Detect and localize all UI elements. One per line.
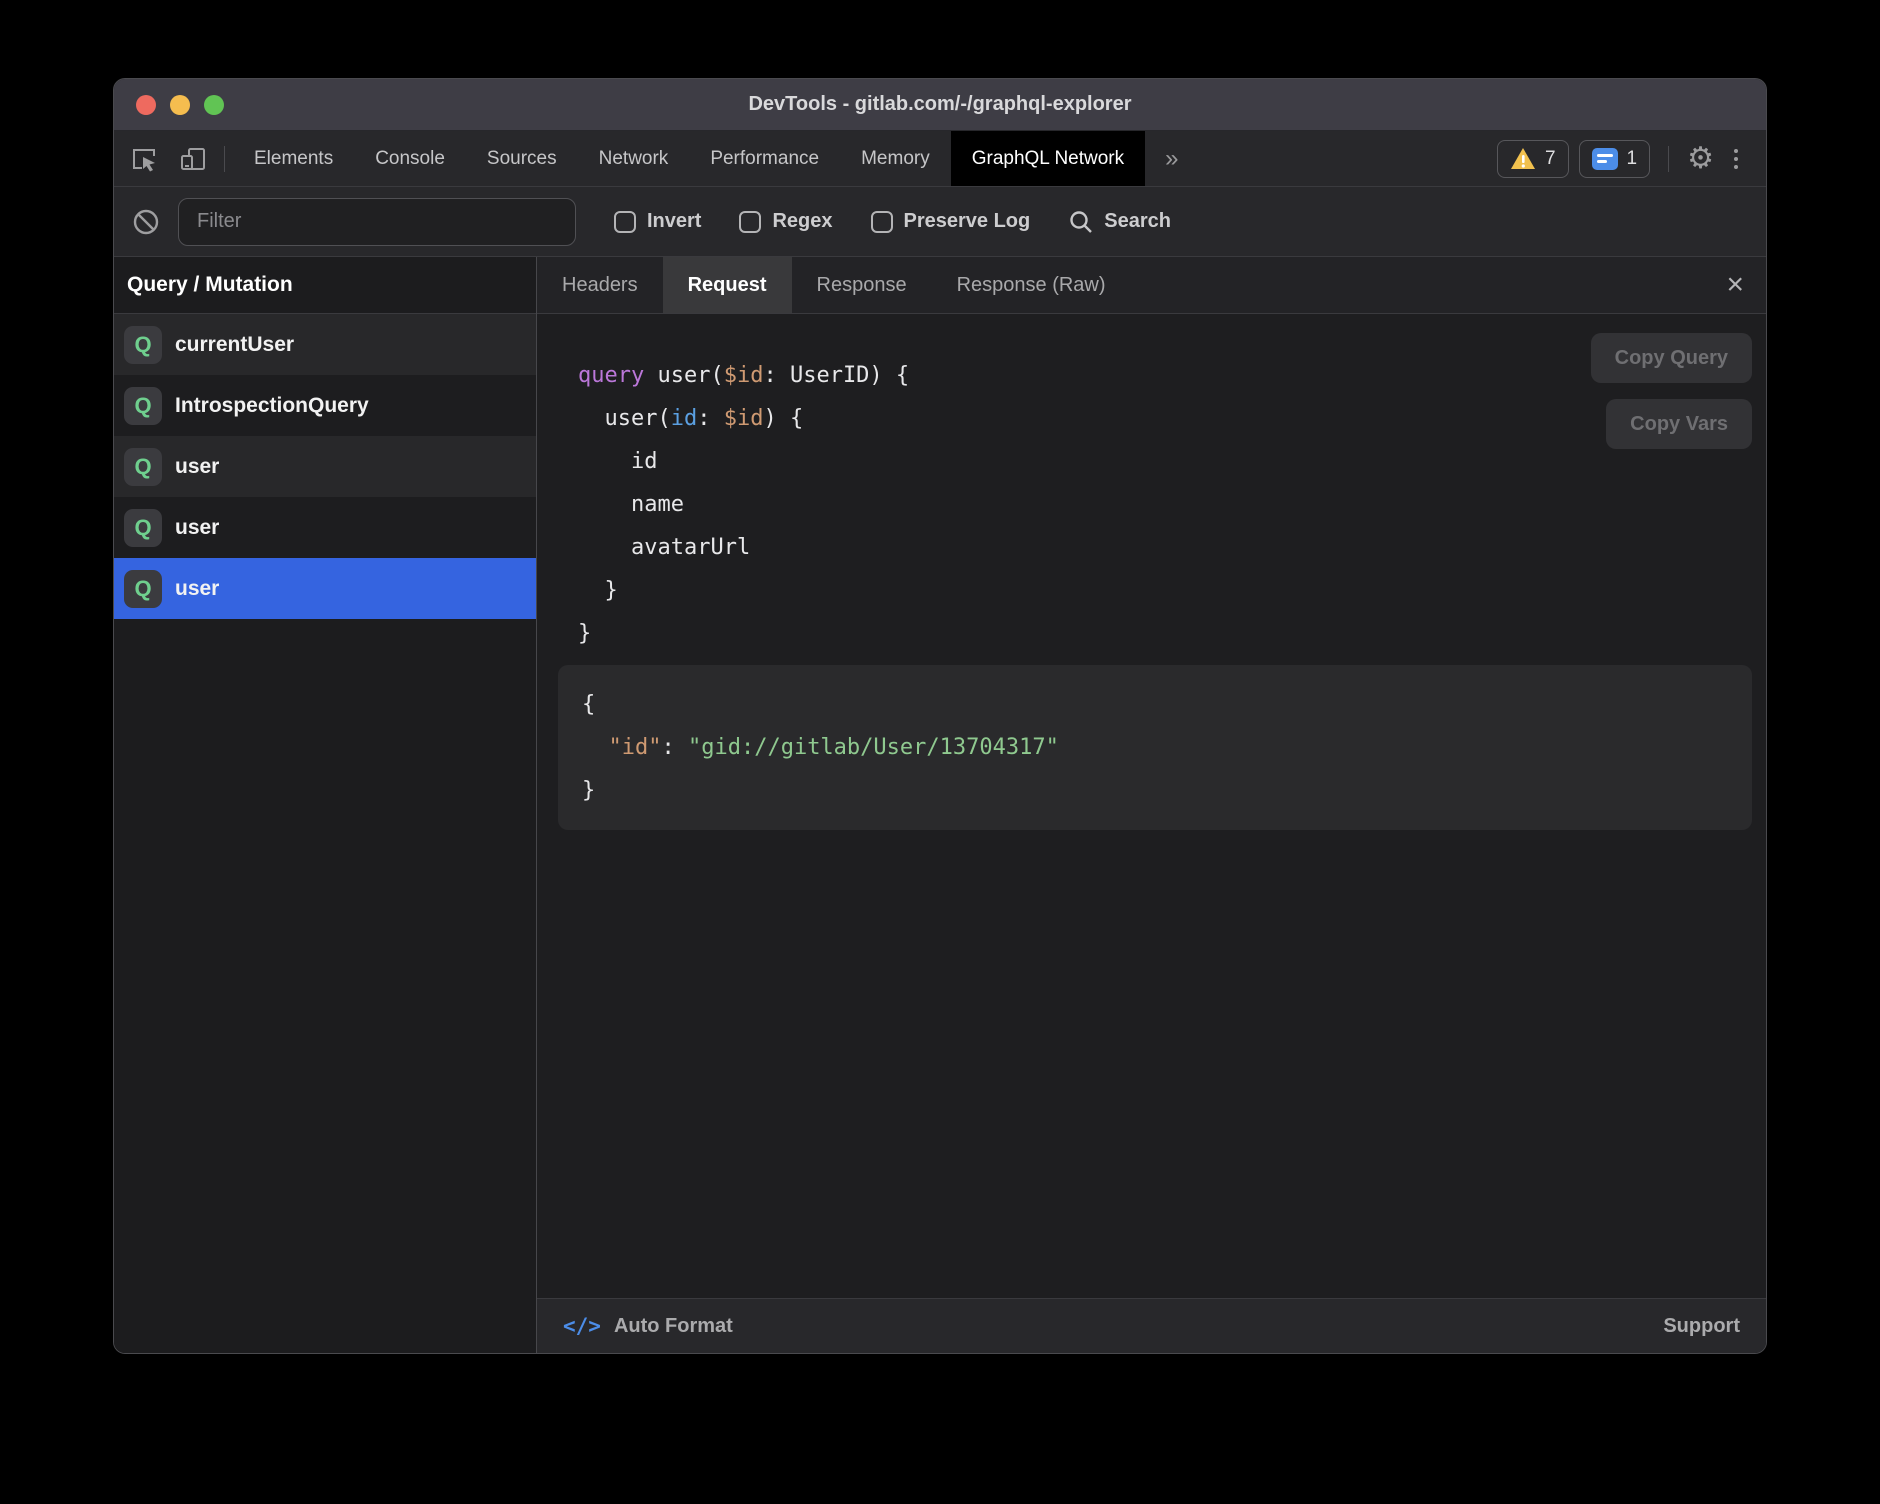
query-list-panel: Query / Mutation Q currentUser Q Introsp… (114, 257, 537, 1353)
filter-input[interactable] (178, 198, 576, 246)
regex-checkbox[interactable] (739, 211, 761, 233)
window-title: DevTools - gitlab.com/-/graphql-explorer (748, 93, 1131, 116)
copy-query-button[interactable]: Copy Query (1591, 333, 1752, 383)
kebab-menu-icon[interactable] (1724, 143, 1748, 175)
query-type-badge: Q (124, 387, 162, 425)
warning-icon (1510, 147, 1536, 171)
list-item-user-2[interactable]: Q user (114, 497, 536, 558)
list-item-label: user (175, 577, 219, 601)
query-type-badge: Q (124, 570, 162, 608)
tab-console[interactable]: Console (354, 131, 466, 186)
list-item-user-1[interactable]: Q user (114, 436, 536, 497)
list-item-label: user (175, 455, 219, 479)
tab-sources[interactable]: Sources (466, 131, 578, 186)
filter-bar: Invert Regex Preserve Log Search (114, 187, 1766, 257)
list-item-user-3-selected[interactable]: Q user (114, 558, 536, 619)
tab-graphql-network[interactable]: GraphQL Network (951, 131, 1145, 186)
regex-checkbox-group[interactable]: Regex (739, 210, 832, 233)
search-control[interactable]: Search (1068, 209, 1171, 235)
tab-response-raw[interactable]: Response (Raw) (932, 257, 1131, 313)
preserve-log-checkbox[interactable] (871, 211, 893, 233)
copy-buttons: Copy Query Copy Vars (1591, 333, 1752, 449)
request-body: Copy Query Copy Vars query user($id: Use… (537, 314, 1766, 1298)
block-requests-icon[interactable] (132, 208, 160, 236)
traffic-lights (136, 79, 224, 130)
code-brackets-icon: </> (563, 1314, 601, 1338)
tab-performance[interactable]: Performance (689, 131, 840, 186)
issues-badge[interactable]: 1 (1579, 140, 1651, 178)
request-query-code: query user($id: UserID) { user(id: $id) … (537, 314, 1766, 655)
main-tab-bar: Elements Console Sources Network Perform… (114, 131, 1766, 187)
device-toolbar-icon[interactable] (176, 142, 210, 176)
close-detail-icon[interactable]: × (1704, 270, 1766, 300)
more-tabs-chevron-icon[interactable]: » (1145, 131, 1198, 186)
list-item-label: IntrospectionQuery (175, 394, 369, 418)
issues-count: 1 (1627, 148, 1638, 170)
tab-memory[interactable]: Memory (840, 131, 951, 186)
tab-response[interactable]: Response (792, 257, 932, 313)
tab-network[interactable]: Network (578, 131, 690, 186)
title-bar: DevTools - gitlab.com/-/graphql-explorer (114, 79, 1766, 131)
tab-headers[interactable]: Headers (537, 257, 663, 313)
close-window-button[interactable] (136, 95, 156, 115)
toolbar-icons (114, 131, 216, 186)
query-type-badge: Q (124, 448, 162, 486)
content-area: Query / Mutation Q currentUser Q Introsp… (114, 257, 1766, 1353)
detail-panel: Headers Request Response Response (Raw) … (537, 257, 1766, 1353)
list-item-introspectionQuery[interactable]: Q IntrospectionQuery (114, 375, 536, 436)
tab-elements[interactable]: Elements (233, 131, 354, 186)
list-item-label: user (175, 516, 219, 540)
detail-tab-bar: Headers Request Response Response (Raw) … (537, 257, 1766, 314)
list-item-currentUser[interactable]: Q currentUser (114, 314, 536, 375)
search-icon (1068, 209, 1094, 235)
toolbar-right: 7 1 ⚙ (1497, 131, 1766, 186)
query-type-badge: Q (124, 509, 162, 547)
issues-icon (1592, 148, 1618, 170)
query-type-badge: Q (124, 326, 162, 364)
invert-checkbox-group[interactable]: Invert (614, 210, 701, 233)
warnings-badge[interactable]: 7 (1497, 140, 1569, 178)
query-list-empty-space (114, 619, 536, 1353)
support-link[interactable]: Support (1663, 1315, 1740, 1338)
zoom-window-button[interactable] (204, 95, 224, 115)
settings-gear-icon[interactable]: ⚙ (1687, 144, 1714, 174)
regex-label: Regex (772, 210, 832, 233)
warning-count: 7 (1545, 148, 1556, 170)
copy-vars-button[interactable]: Copy Vars (1606, 399, 1752, 449)
request-variables-code: { "id": "gid://gitlab/User/13704317"} (558, 665, 1752, 830)
invert-checkbox[interactable] (614, 211, 636, 233)
devtools-window: DevTools - gitlab.com/-/graphql-explorer… (113, 78, 1767, 1354)
detail-footer: </> Auto Format Support (537, 1298, 1766, 1353)
list-item-label: currentUser (175, 333, 294, 357)
invert-label: Invert (647, 210, 701, 233)
toolbar-separator (1668, 146, 1669, 172)
query-list-header: Query / Mutation (114, 257, 536, 314)
auto-format-button[interactable]: Auto Format (614, 1315, 733, 1338)
preserve-log-label: Preserve Log (904, 210, 1031, 233)
minimize-window-button[interactable] (170, 95, 190, 115)
toolbar-separator (224, 146, 225, 172)
search-label: Search (1104, 210, 1171, 233)
inspect-element-icon[interactable] (128, 142, 162, 176)
tab-request[interactable]: Request (663, 257, 792, 313)
preserve-log-checkbox-group[interactable]: Preserve Log (871, 210, 1031, 233)
